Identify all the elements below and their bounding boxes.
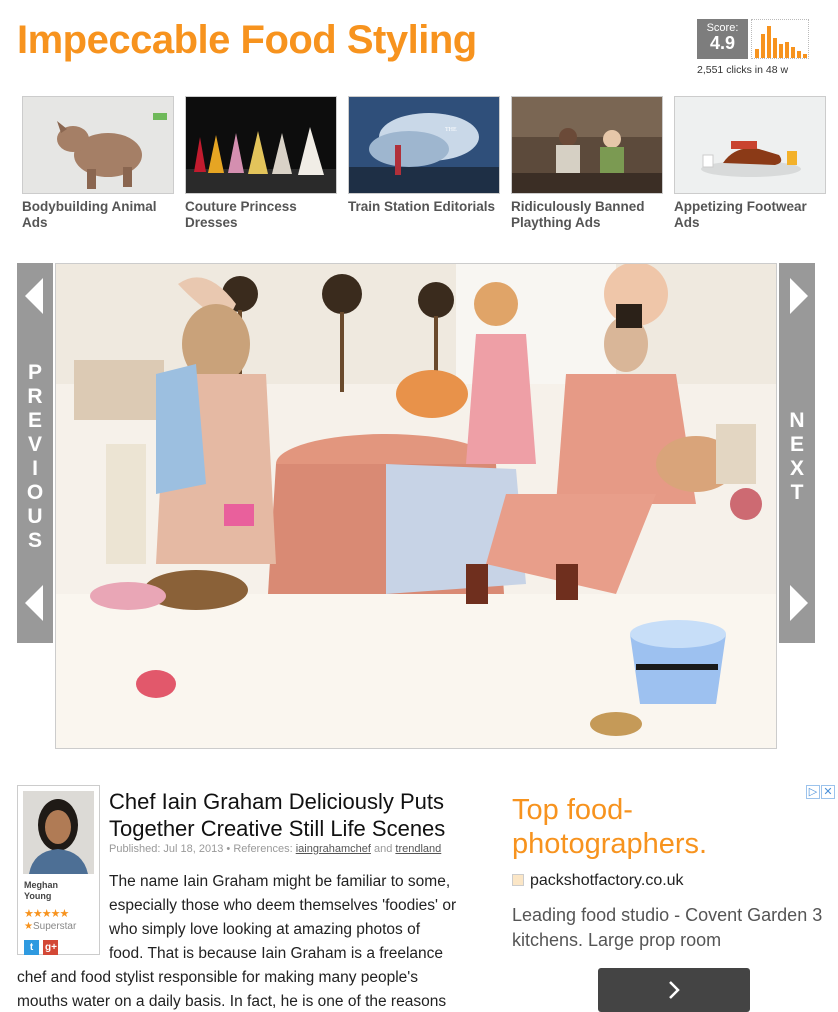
score-badge: Score: 4.9 [697,19,748,59]
score-value: 4.9 [709,33,736,53]
score-clicks: 2,551 clicks in 48 w [697,64,789,76]
arrow-left-icon [25,278,43,314]
article-meta: Published: Jul 18, 2013 • References: ia… [109,843,442,855]
related-caption[interactable]: Train Station Editorials [348,199,500,215]
close-icon[interactable]: ✕ [821,785,835,799]
related-caption[interactable]: Appetizing Footwear Ads [674,199,826,231]
related-caption[interactable]: Couture Princess Dresses [185,199,337,231]
related-item-couture-princess-dresses[interactable]: Couture Princess Dresses [185,96,337,231]
arrow-right-icon [790,278,808,314]
score-label: Score: [706,22,739,34]
article-body: The name Iain Graham might be familiar t… [17,873,457,1010]
reference-link[interactable]: trendland [395,843,441,855]
arrow-right-icon [790,585,808,621]
related-thumbnail[interactable] [511,96,663,194]
next-label: N E X T [789,409,805,504]
ad-open-button[interactable] [598,968,750,1012]
related-thumbnail[interactable] [674,96,826,194]
svg-text:THE: THE [445,127,457,133]
previous-label: P R E V I O U S [26,361,44,552]
article-title: Chef Iain Graham Deliciously Puts Togeth… [109,789,446,841]
favicon-icon [512,874,524,886]
related-thumbnail[interactable] [22,96,174,194]
related-item-bodybuilding-animal-ads[interactable]: Bodybuilding Animal Ads [22,96,174,231]
related-caption[interactable]: Ridiculously Banned Plaything Ads [511,199,663,231]
photo-gallery: P R E V I O U S N E X T [17,263,817,749]
related-thumbnail[interactable] [185,96,337,194]
main-photo[interactable] [55,263,777,749]
ad-url[interactable]: packshotfactory.co.uk [512,872,684,890]
advertisement[interactable]: ▷ ✕ Top food-photographers. packshotfacto… [512,785,838,1012]
previous-button[interactable]: P R E V I O U S [17,263,53,643]
related-item-train-station-editorials[interactable]: THE Train Station Editorials [348,96,500,215]
related-item-ridiculously-banned-plaything-ads[interactable]: Ridiculously Banned Plaything Ads [511,96,663,231]
avatar[interactable] [23,791,94,874]
arrow-left-icon [25,585,43,621]
page-title: Impeccable Food Styling [17,18,477,62]
ad-headline[interactable]: Top food-photographers. [512,793,812,861]
related-thumbnail[interactable]: THE [348,96,500,194]
score-bar-graph [751,19,809,59]
reference-link[interactable]: iaingrahamchef [296,843,371,855]
ad-description: Leading food studio - Covent Garden 3 ki… [512,905,823,950]
chevron-right-icon [669,981,680,999]
related-caption[interactable]: Bodybuilding Animal Ads [22,199,174,231]
next-button[interactable]: N E X T [779,263,815,643]
related-item-appetizing-footwear-ads[interactable]: Appetizing Footwear Ads [674,96,826,231]
